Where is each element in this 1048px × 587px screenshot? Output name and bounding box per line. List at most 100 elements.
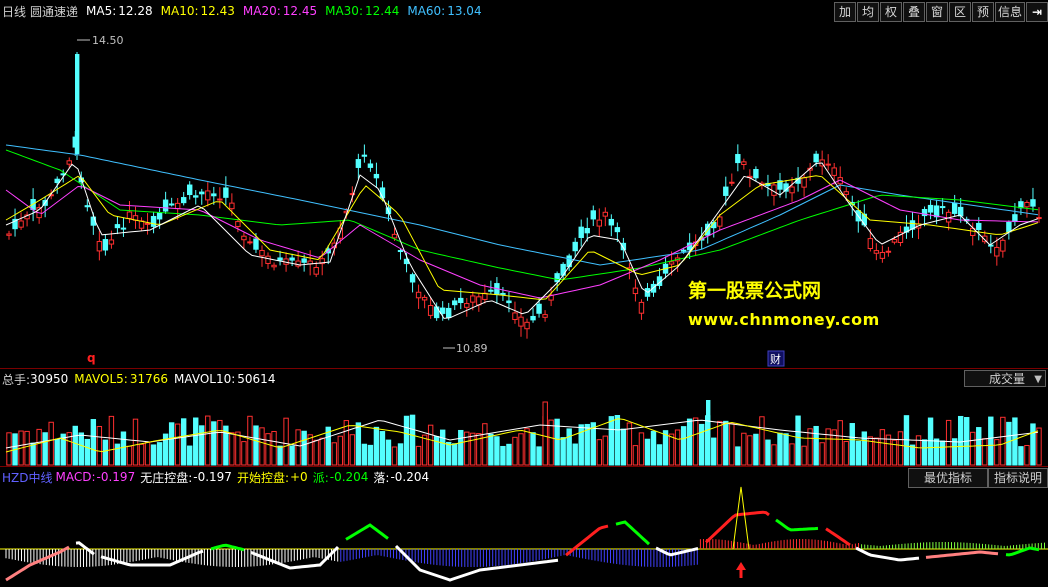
volume-bar — [982, 438, 988, 466]
volume-bar — [367, 444, 374, 466]
luo-value: -0.204 — [390, 470, 430, 484]
candle-body — [199, 191, 205, 195]
macd-line-segment — [925, 550, 999, 559]
volume-bar — [1030, 423, 1036, 466]
macd-value: -0.197 — [96, 470, 136, 484]
macd-label: MACD: — [55, 470, 96, 484]
candle-body — [506, 300, 512, 304]
candle-body — [584, 227, 590, 234]
volume-bar — [409, 414, 416, 466]
volume-bar — [807, 428, 813, 466]
volume-bar — [759, 416, 765, 466]
volume-bar — [771, 444, 777, 466]
toolbar-button-range[interactable]: 区 — [948, 2, 971, 22]
volume-bar — [84, 438, 91, 466]
candle-body — [735, 154, 741, 164]
volume-bar — [24, 430, 30, 466]
volume-bar — [439, 429, 446, 466]
candle-body — [813, 153, 819, 163]
volume-bar — [488, 433, 494, 466]
candle-body — [939, 206, 946, 209]
candle-body — [885, 250, 892, 253]
best-indicator-button[interactable]: 最优指标 — [908, 468, 988, 488]
candle-body — [367, 163, 374, 168]
candle-body — [84, 205, 91, 208]
macd-line-segment — [345, 523, 389, 541]
toolbar-button-rights[interactable]: 权 — [879, 2, 902, 22]
exit-right-icon[interactable]: ⇥ — [1026, 2, 1048, 22]
volume-bar — [319, 437, 325, 466]
volume-bar — [837, 420, 843, 466]
volume-bar — [235, 431, 241, 466]
candle-body — [1000, 239, 1006, 252]
candle-body — [96, 241, 103, 252]
volume-bar — [674, 429, 681, 466]
ma30-label: MA30: — [325, 4, 363, 18]
candle-body — [620, 242, 627, 251]
toolbar-button-average[interactable]: 均 — [856, 2, 879, 22]
volume-bar — [90, 419, 97, 466]
ma5-label: MA5: — [86, 4, 117, 18]
candle-body-peak — [75, 54, 80, 154]
volume-bar — [909, 444, 916, 466]
volume-bar — [988, 416, 994, 466]
toolbar-button-add[interactable]: 加 — [833, 2, 856, 22]
volume-bar — [205, 415, 211, 466]
volume-bar — [138, 443, 145, 466]
volume-bar — [644, 438, 651, 466]
candle-body — [464, 303, 470, 308]
toolbar-button-overlay[interactable]: 叠 — [902, 2, 925, 22]
volume-bar — [259, 427, 265, 466]
candle-body — [241, 235, 247, 241]
volume-bar-peak — [706, 400, 711, 465]
volume-label: 总手: — [2, 372, 31, 387]
candle-body — [217, 198, 223, 201]
volume-bar — [452, 443, 458, 466]
candle-body — [566, 255, 572, 268]
candle-body — [608, 218, 615, 226]
candle-body — [301, 258, 307, 263]
candle-body — [843, 191, 849, 195]
candle-body — [512, 312, 518, 321]
price-header: 日线 圆通速递 MA5: 12.28 MA10: 12.43 MA20: 12.45 … — [0, 0, 860, 22]
volume-bar — [711, 437, 717, 466]
volume-bar — [1024, 444, 1030, 466]
volume-bar — [566, 428, 572, 466]
candle-body — [789, 186, 795, 194]
candle-body — [524, 321, 530, 330]
volume-bar — [735, 446, 741, 466]
volume-bar — [819, 442, 825, 466]
candle-body — [66, 160, 72, 165]
candle-body — [355, 159, 362, 168]
chart-canvas[interactable]: 14.50 10.89 q 财 — [0, 0, 1048, 587]
toolbar-button-forecast[interactable]: 预 — [971, 2, 994, 22]
watermark-url[interactable]: www.chnmoney.com — [688, 310, 880, 329]
volume-bar — [650, 430, 657, 466]
period-label[interactable]: 日线 — [2, 3, 26, 20]
toolbar-button-window[interactable]: 窗 — [925, 2, 948, 22]
volume-indicator-select[interactable]: 成交量 ▼ — [964, 370, 1046, 387]
volume-bar — [596, 439, 602, 466]
volume-bar — [927, 417, 934, 466]
candle-body — [572, 241, 578, 252]
ks-label: 开始控盘: — [236, 470, 289, 485]
volume-bar — [349, 434, 356, 466]
volume-bar — [337, 435, 343, 466]
volume-bar — [530, 432, 536, 466]
indicator-help-button[interactable]: 指标说明 — [988, 468, 1048, 488]
volume-bar — [403, 415, 410, 466]
volume-bar — [54, 438, 60, 466]
toolbar-button-info[interactable]: 信息 — [994, 2, 1025, 22]
candle-body — [476, 296, 482, 306]
volume-bar — [385, 439, 392, 466]
mavol10-value: 50614 — [237, 372, 276, 386]
candle-body — [415, 291, 422, 299]
volume-bar — [765, 439, 771, 466]
volume-bar — [698, 423, 705, 466]
ma60-line — [5, 144, 1039, 266]
candle-body — [187, 184, 193, 196]
candle-body — [741, 161, 747, 165]
macd-line-segment — [855, 546, 920, 562]
indicator-name[interactable]: HZD中线 — [2, 469, 53, 486]
low-price-label: 10.89 — [456, 342, 488, 355]
